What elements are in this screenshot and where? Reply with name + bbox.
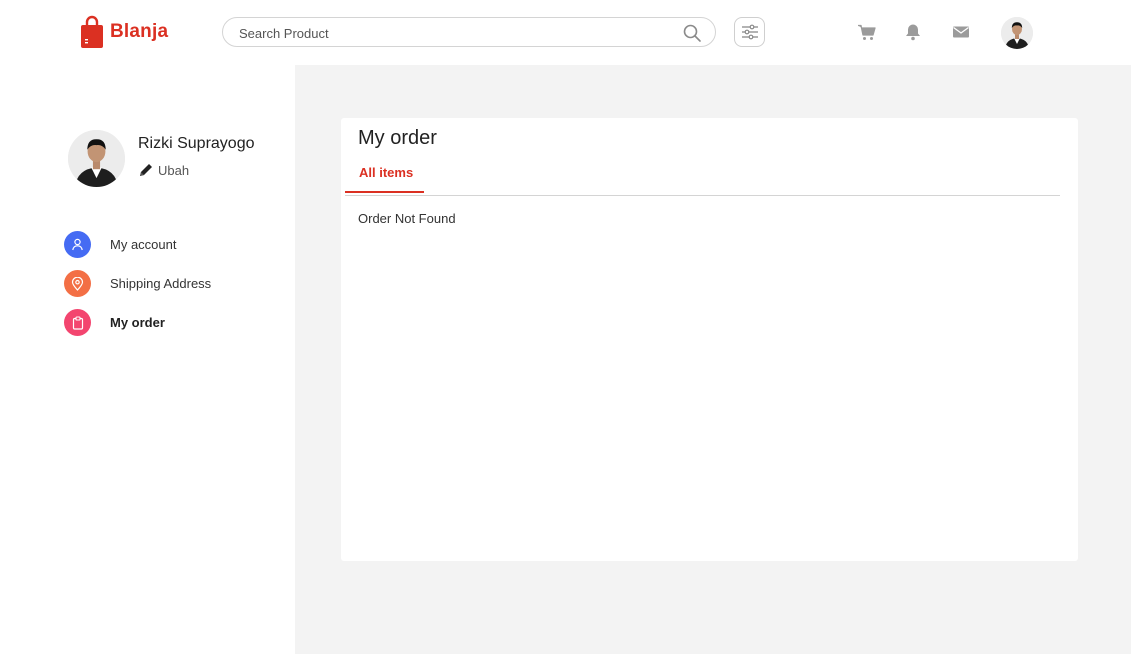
sidebar-item-my-account[interactable]: My account (64, 231, 176, 258)
cart-icon (857, 24, 876, 40)
sidebar-item-shipping-address[interactable]: Shipping Address (64, 270, 211, 297)
map-pin-icon (64, 270, 91, 297)
person-photo (68, 130, 125, 187)
main-content: My order All items Order Not Found (295, 65, 1131, 654)
search-icon[interactable] (682, 23, 702, 43)
sidebar-item-label: My account (110, 237, 177, 252)
page-title: My order (358, 127, 437, 149)
notification-button[interactable] (903, 22, 923, 42)
tab-divider (345, 195, 1060, 196)
filter-icon (741, 24, 758, 40)
sidebar-item-my-order[interactable]: My order (64, 309, 165, 336)
user-avatar[interactable] (1001, 17, 1033, 49)
profile-name: Rizki Suprayogo (138, 135, 255, 152)
messages-button[interactable] (951, 22, 971, 42)
mail-icon (953, 26, 969, 38)
search-bar (222, 17, 716, 47)
filter-button[interactable] (734, 17, 765, 47)
person-photo (1001, 17, 1033, 49)
tab-label: All items (359, 165, 414, 180)
search-input[interactable] (239, 23, 659, 43)
cart-button[interactable] (856, 22, 876, 42)
edit-profile-link[interactable]: Ubah (138, 162, 189, 178)
brand-name: Blanja (110, 21, 169, 42)
user-icon (64, 231, 91, 258)
sidebar-item-label: My order (110, 315, 165, 330)
order-card: My order All items Order Not Found (341, 118, 1078, 561)
sidebar-item-label: Shipping Address (110, 276, 212, 291)
shopping-bag-icon (81, 15, 103, 48)
edit-profile-label: Ubah (158, 162, 190, 178)
profile-sidebar: Rizki Suprayogo Ubah My account Shipping… (0, 65, 295, 654)
bell-icon (906, 24, 920, 41)
brand-logo[interactable]: Blanja (80, 15, 168, 49)
clipboard-icon (64, 309, 91, 336)
empty-state-message: Order Not Found (358, 211, 456, 226)
top-navbar: Blanja (0, 0, 1131, 65)
profile-avatar (68, 130, 125, 187)
tab-all-items[interactable]: All items (345, 161, 424, 193)
pencil-icon (140, 164, 152, 176)
